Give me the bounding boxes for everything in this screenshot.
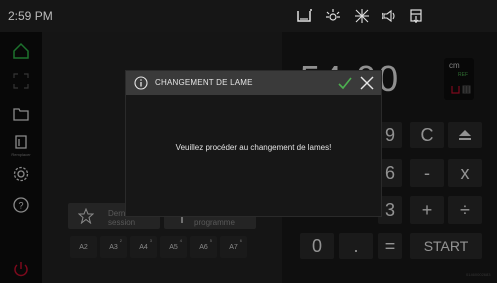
export-icon[interactable]	[408, 8, 424, 24]
clock: 2:59 PM	[8, 9, 53, 23]
blade-tray-icon[interactable]	[296, 8, 312, 24]
close-icon[interactable]	[359, 75, 375, 91]
blade-change-dialog: CHANGEMENT DE LAME Veuillez procéder au …	[125, 70, 382, 217]
laser-icon[interactable]	[354, 8, 370, 24]
light-icon[interactable]	[325, 8, 341, 24]
confirm-check-icon[interactable]	[337, 75, 353, 91]
dialog-message: Veuillez procéder au changement de lames…	[175, 143, 332, 152]
info-icon	[134, 76, 148, 90]
sound-icon[interactable]	[382, 8, 398, 24]
dialog-title: CHANGEMENT DE LAME	[155, 78, 253, 87]
